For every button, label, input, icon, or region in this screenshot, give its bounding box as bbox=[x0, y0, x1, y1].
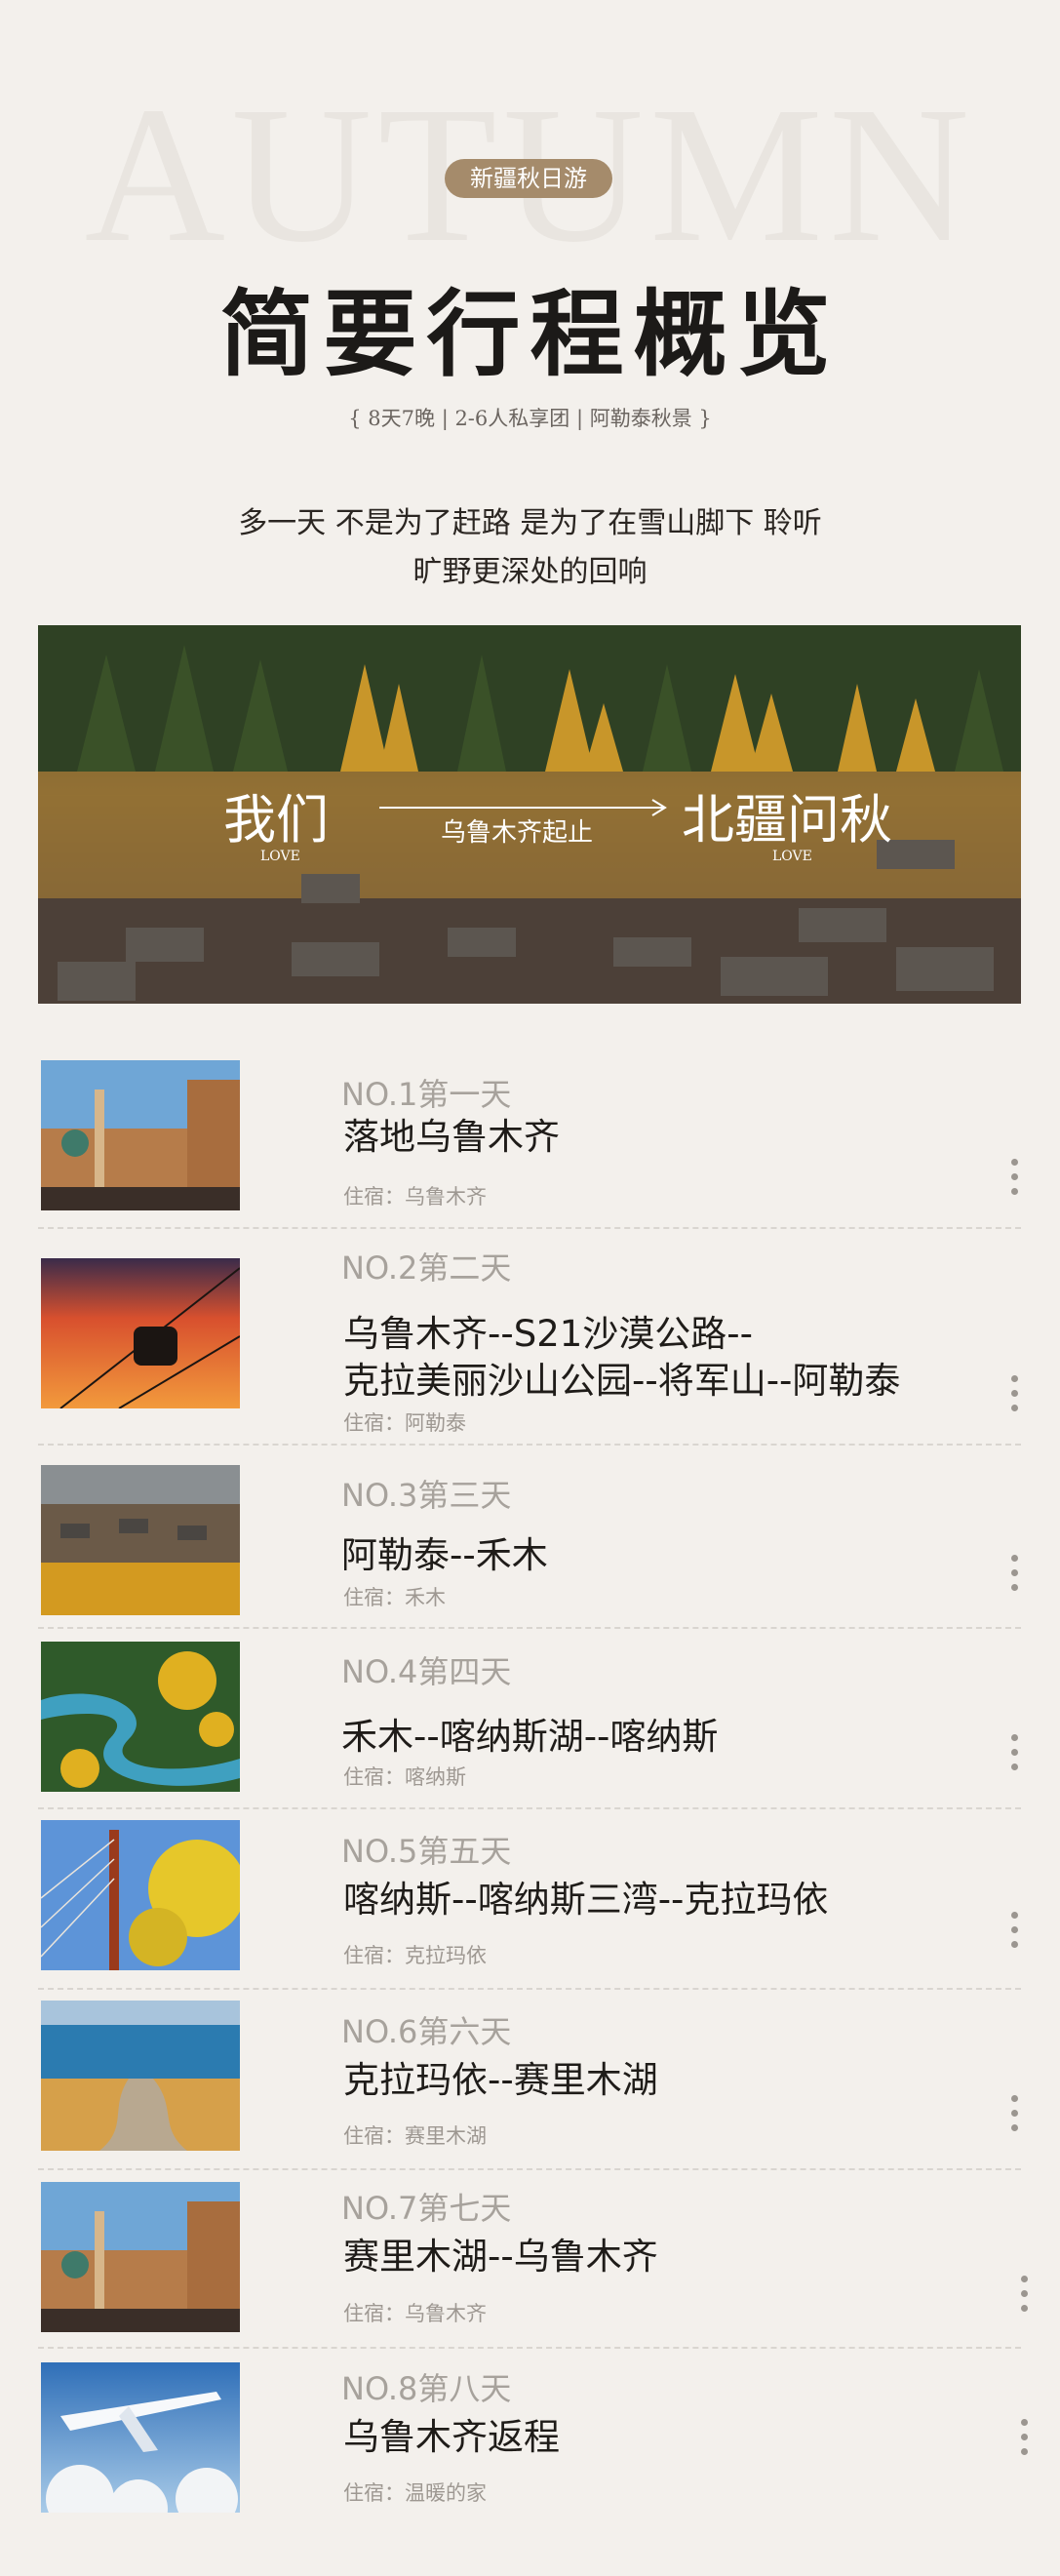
day-number: NO.3第三天 bbox=[341, 1477, 512, 1514]
more-icon[interactable] bbox=[1011, 1734, 1021, 1778]
more-icon[interactable] bbox=[1011, 2095, 1021, 2139]
banner-right-text: 北疆问秋 bbox=[682, 789, 892, 851]
day-route: 阿勒泰--禾木 bbox=[341, 1534, 548, 1576]
banner-left-love: LOVE bbox=[260, 849, 300, 864]
banner-right-love: LOVE bbox=[772, 849, 812, 864]
day-stay: 住宿：喀纳斯 bbox=[343, 1765, 466, 1789]
river-bend-photo bbox=[41, 1642, 240, 1792]
day-item[interactable]: NO.5第五天 喀纳斯--喀纳斯三湾--克拉玛依 住宿：克拉玛依 bbox=[38, 1809, 1021, 1990]
day-stay: 住宿：乌鲁木齐 bbox=[343, 2302, 487, 2325]
day-route: 喀纳斯--喀纳斯三湾--克拉玛依 bbox=[343, 1879, 829, 1921]
day-number: NO.2第二天 bbox=[341, 1249, 512, 1287]
page-title: 简要行程概览 bbox=[219, 279, 841, 389]
day-item[interactable]: NO.6第六天 克拉玛依--赛里木湖 住宿：赛里木湖 bbox=[38, 1990, 1021, 2170]
day-route: 落地乌鲁木齐 bbox=[343, 1116, 560, 1158]
airplane-photo bbox=[41, 2362, 240, 2513]
banner-left-text: 我们 bbox=[223, 789, 329, 851]
day-route: 克拉玛依--赛里木湖 bbox=[343, 2059, 658, 2101]
day-number: NO.7第七天 bbox=[341, 2190, 512, 2227]
day-stay: 住宿：阿勒泰 bbox=[343, 1411, 466, 1435]
day-route: 赛里木湖--乌鲁木齐 bbox=[343, 2236, 658, 2278]
day-route: 乌鲁木齐返程 bbox=[343, 2416, 560, 2458]
day-route-line-2: 克拉美丽沙山公园--将军山--阿勒泰 bbox=[343, 1360, 901, 1402]
page-subtitle: { 8天7晚 | 2-6人私享团 | 阿勒泰秋景 } bbox=[348, 407, 712, 430]
day-number: NO.5第五天 bbox=[341, 1833, 512, 1870]
slogan-line-1: 多一天 不是为了赶路 是为了在雪山脚下 聆听 bbox=[238, 506, 822, 540]
banner-route-text: 乌鲁木齐起止 bbox=[441, 818, 594, 848]
banner-image: 我们 LOVE 乌鲁木齐起止 北疆问秋 LOVE bbox=[38, 625, 1021, 1004]
day-stay: 住宿：克拉玛依 bbox=[343, 1944, 487, 1967]
more-icon[interactable] bbox=[1011, 1555, 1021, 1599]
cable-car-sunset-photo bbox=[41, 1258, 240, 1408]
day-item[interactable]: NO.1第一天 落地乌鲁木齐 住宿：乌鲁木齐 bbox=[38, 1058, 1021, 1229]
day-item[interactable]: NO.4第四天 禾木--喀纳斯湖--喀纳斯 住宿：喀纳斯 bbox=[38, 1629, 1021, 1809]
village-autumn-photo bbox=[41, 1465, 240, 1615]
day-stay: 住宿：禾木 bbox=[343, 1586, 446, 1609]
slogan: 多一天 不是为了赶路 是为了在雪山脚下 聆听 旷野更深处的回响 bbox=[0, 499, 1060, 597]
day-stay: 住宿：温暖的家 bbox=[343, 2481, 487, 2505]
day-item[interactable]: NO.8第八天 乌鲁木齐返程 住宿：温暖的家 bbox=[38, 2349, 1028, 2524]
more-icon[interactable] bbox=[1011, 1159, 1021, 1203]
more-icon[interactable] bbox=[1021, 2276, 1031, 2319]
day-route: 禾木--喀纳斯湖--喀纳斯 bbox=[341, 1716, 719, 1758]
day-item[interactable]: NO.2第二天 乌鲁木齐--S21沙漠公路-- 克拉美丽沙山公园--将军山--阿… bbox=[38, 1229, 1021, 1446]
more-icon[interactable] bbox=[1021, 2419, 1031, 2463]
day-item[interactable]: NO.7第七天 赛里木湖--乌鲁木齐 住宿：乌鲁木齐 bbox=[38, 2170, 1028, 2349]
day-item[interactable]: NO.3第三天 阿勒泰--禾木 住宿：禾木 bbox=[38, 1446, 1021, 1629]
day-stay: 住宿：赛里木湖 bbox=[343, 2124, 487, 2148]
more-icon[interactable] bbox=[1011, 1912, 1021, 1956]
trip-tag: 新疆秋日游 bbox=[445, 159, 612, 198]
day-stay: 住宿：乌鲁木齐 bbox=[343, 1185, 487, 1209]
bazaar-photo bbox=[41, 2182, 240, 2332]
more-icon[interactable] bbox=[1011, 1375, 1021, 1419]
lake-path-photo bbox=[41, 2001, 240, 2151]
day-number: NO.6第六天 bbox=[341, 2013, 512, 2050]
bazaar-photo bbox=[41, 1060, 240, 1210]
bridge-tower-photo bbox=[41, 1820, 240, 1970]
day-number: NO.8第八天 bbox=[341, 2370, 512, 2407]
day-number: NO.4第四天 bbox=[341, 1653, 512, 1690]
slogan-line-2: 旷野更深处的回响 bbox=[412, 555, 648, 589]
day-route: 乌鲁木齐--S21沙漠公路-- bbox=[343, 1313, 753, 1355]
day-number: NO.1第一天 bbox=[341, 1076, 512, 1113]
